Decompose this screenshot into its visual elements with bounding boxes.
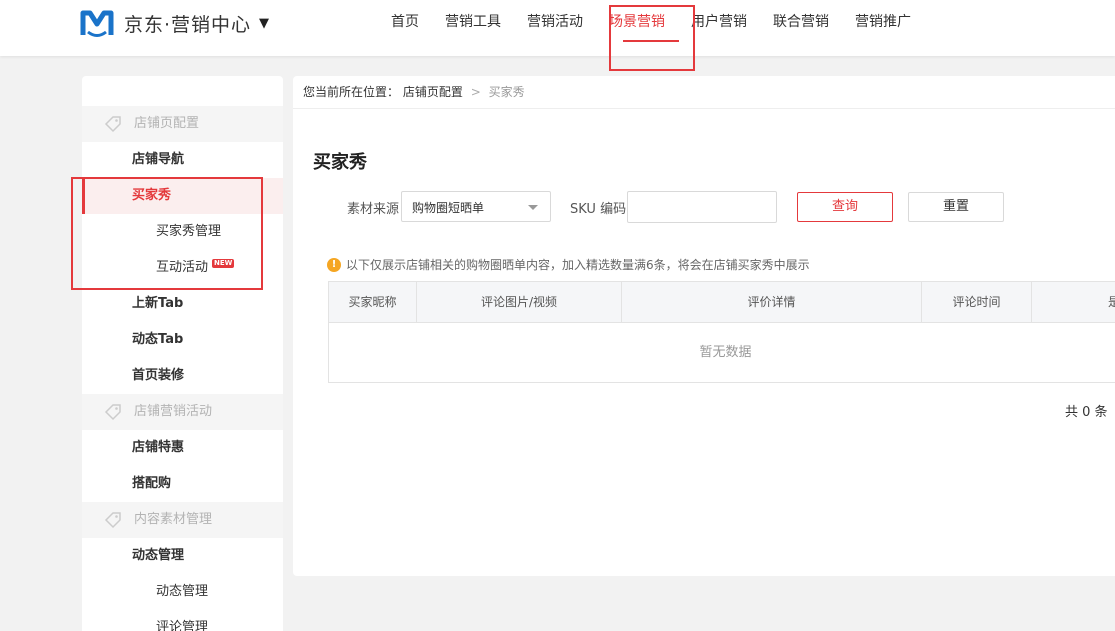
sidebar-item-new-tab[interactable]: 上新Tab <box>82 286 283 322</box>
data-table: 买家昵称 评论图片/视频 评价详情 评论时间 是 暂无数据 <box>328 281 1115 383</box>
jd-logo-icon <box>80 10 114 37</box>
query-button[interactable]: 查询 <box>797 192 893 222</box>
column-header-featured: 是 <box>1107 295 1115 309</box>
tag-icon <box>104 512 121 529</box>
sidebar-item-dynamic-manage-sub[interactable]: 动态管理 <box>82 574 283 610</box>
sidebar-group-content[interactable]: 内容素材管理 <box>82 502 283 538</box>
divider <box>293 108 1115 109</box>
sku-input[interactable] <box>627 191 777 223</box>
sidebar-item-dynamic-tab[interactable]: 动态Tab <box>82 322 283 358</box>
table-header: 买家昵称 评论图片/视频 评价详情 评论时间 是 <box>329 282 1115 323</box>
sidebar-item-dynamic-manage[interactable]: 动态管理 <box>82 538 283 574</box>
brand-name: 京东·营销中心 <box>124 13 252 36</box>
page-title: 买家秀 <box>313 152 367 173</box>
sidebar-item-buyer-show[interactable]: 买家秀 <box>82 178 283 214</box>
sidebar-item-interactive-activity[interactable]: 互动活动 NEW <box>82 250 283 286</box>
breadcrumb-current: 买家秀 <box>488 85 525 99</box>
nav-home[interactable]: 首页 <box>378 0 432 44</box>
main-panel: 您当前所在位置： 店铺页配置 > 买家秀 买家秀 素材来源 购物圈短晒单 SKU… <box>293 76 1115 576</box>
nav-joint-marketing[interactable]: 联合营销 <box>760 0 842 44</box>
breadcrumb-parent[interactable]: 店铺页配置 <box>403 85 463 99</box>
caret-down-icon: ▼ <box>259 15 270 31</box>
reset-button[interactable]: 重置 <box>908 192 1004 222</box>
active-nav-indicator <box>623 40 679 42</box>
tag-icon <box>104 116 121 133</box>
source-select[interactable]: 购物圈短晒单 <box>401 191 551 222</box>
new-badge: NEW <box>212 259 235 268</box>
notice-text: 以下仅展示店铺相关的购物圈晒单内容，加入精选数量满6条，将会在店铺买家秀中展示 <box>346 258 810 272</box>
sidebar-group-shop-config[interactable]: 店铺页配置 <box>82 106 283 142</box>
sidebar-item-shop-nav[interactable]: 店铺导航 <box>82 142 283 178</box>
nav-marketing-activities[interactable]: 营销活动 <box>514 0 596 44</box>
breadcrumb: 您当前所在位置： 店铺页配置 > 买家秀 <box>303 83 525 100</box>
sidebar-item-comment-manage[interactable]: 评论管理 <box>82 610 283 631</box>
chevron-down-icon <box>528 205 538 210</box>
sidebar-item-homepage-decor[interactable]: 首页装修 <box>82 358 283 394</box>
source-select-value: 购物圈短晒单 <box>412 201 485 215</box>
breadcrumb-separator: > <box>470 85 481 99</box>
sidebar-group-label: 内容素材管理 <box>134 512 213 527</box>
warning-icon: ! <box>327 257 341 272</box>
sidebar-group-shop-activities[interactable]: 店铺营销活动 <box>82 394 283 430</box>
sidebar-item-label: 互动活动 <box>156 260 209 275</box>
sidebar-group-label: 店铺页配置 <box>134 116 200 131</box>
nav-scene-marketing[interactable]: 场景营销 <box>596 0 678 44</box>
column-header-media: 评论图片/视频 <box>417 282 622 323</box>
total-count: 共 0 条 <box>1065 405 1108 420</box>
sku-label: SKU 编码 <box>570 202 627 217</box>
nav-marketing-tools[interactable]: 营销工具 <box>432 0 514 44</box>
sidebar-group-label: 店铺营销活动 <box>134 404 213 419</box>
sidebar: 店铺页配置 店铺导航 买家秀 买家秀管理 互动活动 NEW 上新Tab 动态Tab… <box>82 76 283 631</box>
breadcrumb-prefix: 您当前所在位置： <box>303 85 400 99</box>
main-nav: 首页 营销工具 营销活动 场景营销 用户营销 联合营销 营销推广 <box>378 0 924 44</box>
nav-promotion[interactable]: 营销推广 <box>842 0 924 44</box>
brand-switcher[interactable]: 京东·营销中心 ▼ <box>80 6 269 40</box>
tag-icon <box>104 404 121 421</box>
notice: ! 以下仅展示店铺相关的购物圈晒单内容，加入精选数量满6条，将会在店铺买家秀中展… <box>327 256 810 273</box>
empty-state: 暂无数据 <box>699 345 752 360</box>
source-label: 素材来源 <box>347 202 400 217</box>
column-header-review-time: 评论时间 <box>922 282 1032 323</box>
sidebar-item-shop-discount[interactable]: 店铺特惠 <box>82 430 283 466</box>
sidebar-item-bundle[interactable]: 搭配购 <box>82 466 283 502</box>
sidebar-item-buyer-show-manage[interactable]: 买家秀管理 <box>82 214 283 250</box>
column-header-review-detail: 评价详情 <box>622 282 922 323</box>
top-navbar: 京东·营销中心 ▼ 首页 营销工具 营销活动 场景营销 用户营销 联合营销 营销… <box>0 0 1115 56</box>
column-header-buyer-nickname: 买家昵称 <box>329 282 417 323</box>
nav-user-marketing[interactable]: 用户营销 <box>678 0 760 44</box>
